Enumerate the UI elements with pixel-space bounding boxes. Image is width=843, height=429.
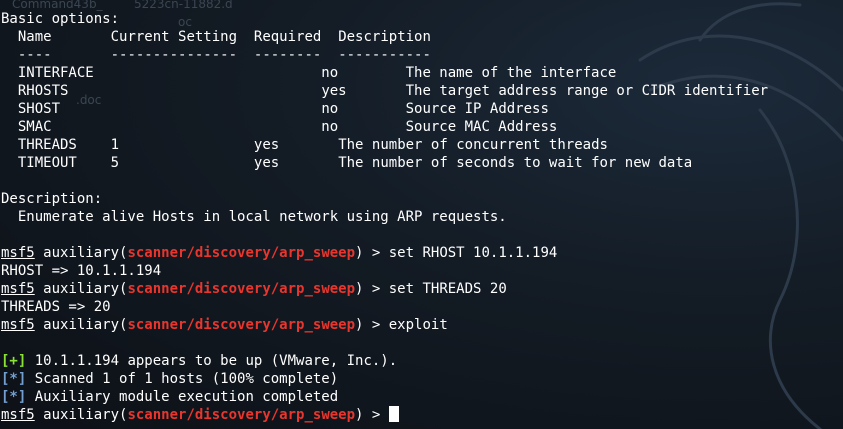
column-header-current-setting: Current Setting [110, 29, 238, 45]
table-row: THREADS 1 yes The number of concurrent t… [17, 137, 608, 153]
result-text: Scanned 1 of 1 hosts (100% complete) [26, 371, 339, 387]
command-line: msf5 auxiliary(scanner/discovery/arp_swe… [1, 245, 558, 261]
options-table-rule: ---- --------------- -------- ----------… [17, 47, 431, 63]
command-input: exploit [388, 317, 448, 333]
command-line: msf5 auxiliary(scanner/discovery/arp_swe… [1, 317, 448, 333]
command-output: RHOST => 10.1.1.194 [1, 263, 162, 279]
prompt-name: msf5 [1, 317, 35, 333]
result-line: [*] Scanned 1 of 1 hosts (100% complete) [1, 370, 768, 388]
options-table-header: Name Current Setting Required Descriptio… [1, 28, 768, 46]
prompt-name: msf5 [1, 245, 35, 261]
description-heading: Description: [1, 191, 103, 207]
result-line: [+] 10.1.1.194 appears to be up (VMware,… [1, 352, 768, 370]
command-output: THREADS => 20 [1, 299, 111, 315]
module-name: scanner/discovery/arp_sweep [127, 281, 356, 297]
column-header-name: Name [17, 29, 52, 45]
description-text: Enumerate alive Hosts in local network u… [17, 209, 507, 225]
table-row: SMAC no Source MAC Address [17, 119, 558, 135]
command-input: set RHOST 10.1.1.194 [388, 245, 558, 261]
result-line: [*] Auxiliary module execution completed [1, 388, 768, 406]
command-line: msf5 auxiliary(scanner/discovery/arp_swe… [1, 281, 507, 297]
status-tag-info: [*] [1, 389, 27, 405]
status-tag-info: [*] [1, 371, 27, 387]
status-tag-success: [+] [1, 353, 27, 369]
options-heading: Basic options: [1, 11, 120, 27]
column-header-description: Description [338, 29, 431, 45]
terminal-window[interactable]: Command43b_ 5223cn-11882.d oc .doc Basic… [0, 0, 843, 429]
table-row: RHOSTS yes The target address range or C… [17, 83, 769, 99]
result-text: Auxiliary module execution completed [26, 389, 339, 405]
module-name: scanner/discovery/arp_sweep [127, 317, 356, 333]
table-row: TIMEOUT 5 yes The number of seconds to w… [17, 155, 693, 171]
text-cursor [388, 406, 399, 422]
prompt-name: msf5 [1, 281, 35, 297]
module-name: scanner/discovery/arp_sweep [127, 407, 356, 423]
result-text: 10.1.1.194 appears to be up (VMware, Inc… [26, 353, 398, 369]
module-name: scanner/discovery/arp_sweep [127, 245, 356, 261]
prompt-name: msf5 [1, 407, 35, 423]
terminal-output: Basic options: Name Current Setting Requ… [1, 10, 768, 424]
active-prompt-line[interactable]: msf5 auxiliary(scanner/discovery/arp_swe… [1, 406, 768, 424]
column-header-required: Required [253, 29, 322, 45]
table-row: SHOST no Source IP Address [17, 101, 549, 117]
command-input: set THREADS 20 [388, 281, 507, 297]
table-row: INTERFACE no The name of the interface [17, 65, 617, 81]
